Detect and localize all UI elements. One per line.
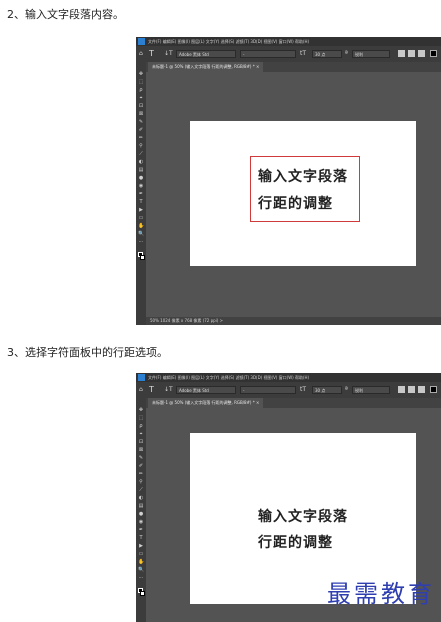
crop-tool-icon[interactable]: ⊡ [138,104,144,109]
eraser-tool-icon[interactable]: ◐ [138,496,144,501]
font-size-field[interactable]: 30 点 [312,386,342,394]
pen-tool-icon[interactable]: ✒ [138,192,144,197]
dodge-tool-icon[interactable]: ◉ [138,520,144,525]
hand-tool-icon[interactable]: ✋ [138,224,144,229]
text-tool-icon[interactable]: T [138,200,144,205]
watermark-logo: 最需教育 [327,580,435,608]
zoom-tool-icon[interactable]: 🔍 [138,568,144,573]
anti-alias-field[interactable]: 锐利 [352,50,390,58]
document-tab[interactable]: 未标题-1 @ 50% (输入文字段落 行距的调整, RGB/8#) * × [148,62,264,72]
type-tool-icon[interactable]: T [149,46,154,62]
menu-bar: 文件(F) 编辑(E) 图像(I) 图层(L) 文字(Y) 选择(S) 滤镜(T… [136,373,441,382]
brush-tool-icon[interactable]: ✏ [138,136,144,141]
type-tool-icon[interactable]: T [149,382,154,398]
shape-tool-icon[interactable]: ▭ [138,552,144,557]
move-tool-icon[interactable]: ✥ [138,408,144,413]
background-color-swatch[interactable] [140,591,145,596]
shape-tool-icon[interactable]: ▭ [138,216,144,221]
align-center-icon[interactable] [408,50,415,57]
gradient-tool-icon[interactable]: ▤ [138,168,144,173]
path-select-tool-icon[interactable]: ▶ [138,544,144,549]
text-color-swatch[interactable] [430,386,437,393]
move-tool-icon[interactable]: ✥ [138,72,144,77]
font-family-field[interactable]: Adobe 黑体 Std [176,50,236,58]
clone-stamp-tool-icon[interactable]: ⚲ [138,144,144,149]
history-brush-tool-icon[interactable]: ⟋ [138,152,144,157]
marquee-tool-icon[interactable]: ⬚ [138,416,144,421]
font-size-field[interactable]: 30 点 [312,50,342,58]
document-tab[interactable]: 未标题-1 @ 50% (输入文字段落 行距的调整, RGB/8#) * × [148,398,264,408]
ps-logo-icon [138,374,145,381]
align-left-icon[interactable] [398,386,405,393]
crop-tool-icon[interactable]: ⊡ [138,440,144,445]
background-color-swatch[interactable] [140,255,145,260]
font-size-icon: tT [300,386,307,393]
history-brush-tool-icon[interactable]: ⟋ [138,488,144,493]
text-line-1: 输入文字段落 [258,169,348,185]
home-icon[interactable]: ⌂ [139,46,143,62]
tools-panel: ✥ ⬚ ρ ⌖ ⊡ ⊠ ✎ ✐ ✏ ⚲ ⟋ ◐ ▤ ● ◉ ✒ T ▶ ▭ ✋ … [136,398,146,622]
ps-logo-icon [138,38,145,45]
text-tool-icon[interactable]: T [138,536,144,541]
quick-select-tool-icon[interactable]: ⌖ [138,432,144,437]
anti-alias-icon: ª [345,50,348,57]
lasso-tool-icon[interactable]: ρ [138,424,144,429]
document-canvas[interactable]: 输入文字段落 行距的调整 [190,121,416,266]
text-line-2: 行距的调整 [258,196,333,212]
eyedropper-tool-icon[interactable]: ✎ [138,120,144,125]
blur-tool-icon[interactable]: ● [138,512,144,517]
dodge-tool-icon[interactable]: ◉ [138,184,144,189]
font-style-field[interactable]: - [240,386,296,394]
healing-tool-icon[interactable]: ✐ [138,464,144,469]
align-right-icon[interactable] [418,50,425,57]
text-orientation-icon[interactable]: ↓T [164,382,173,398]
frame-tool-icon[interactable]: ⊠ [138,112,144,117]
status-bar: 50% 1024 像素 x 768 像素 (72 ppi) > [146,317,441,325]
document-tab-bar: 未标题-1 @ 50% (输入文字段落 行距的调整, RGB/8#) * × [146,398,441,408]
menu-items[interactable]: 文件(F) 编辑(E) 图像(I) 图层(L) 文字(Y) 选择(S) 滤镜(T… [148,37,309,46]
pen-tool-icon[interactable]: ✒ [138,528,144,533]
healing-tool-icon[interactable]: ✐ [138,128,144,133]
brush-tool-icon[interactable]: ✏ [138,472,144,477]
home-icon[interactable]: ⌂ [139,382,143,398]
quick-select-tool-icon[interactable]: ⌖ [138,96,144,101]
blur-tool-icon[interactable]: ● [138,176,144,181]
font-style-field[interactable]: - [240,50,296,58]
align-left-icon[interactable] [398,50,405,57]
photoshop-screenshot-1: 文件(F) 编辑(E) 图像(I) 图层(L) 文字(Y) 选择(S) 滤镜(T… [136,37,441,325]
options-bar: ⌂ T ↓T Adobe 黑体 Std - tT 30 点 ª 锐利 [136,46,441,62]
menu-bar: 文件(F) 编辑(E) 图像(I) 图层(L) 文字(Y) 选择(S) 滤镜(T… [136,37,441,46]
tools-panel: ✥ ⬚ ρ ⌖ ⊡ ⊠ ✎ ✐ ✏ ⚲ ⟋ ◐ ▤ ● ◉ ✒ T ▶ ▭ ✋ … [136,62,146,325]
eraser-tool-icon[interactable]: ◐ [138,160,144,165]
align-right-icon[interactable] [418,386,425,393]
more-tools-icon[interactable]: ⋯ [138,576,144,581]
hand-tool-icon[interactable]: ✋ [138,560,144,565]
text-orientation-icon[interactable]: ↓T [164,46,173,62]
eyedropper-tool-icon[interactable]: ✎ [138,456,144,461]
menu-items[interactable]: 文件(F) 编辑(E) 图像(I) 图层(L) 文字(Y) 选择(S) 滤镜(T… [148,373,309,382]
font-size-icon: tT [300,50,307,57]
gradient-tool-icon[interactable]: ▤ [138,504,144,509]
document-tab-bar: 未标题-1 @ 50% (输入文字段落 行距的调整, RGB/8#) * × [146,62,441,72]
lasso-tool-icon[interactable]: ρ [138,88,144,93]
frame-tool-icon[interactable]: ⊠ [138,448,144,453]
step-2-text: 2、输入文字段落内容。 [7,8,124,21]
text-color-swatch[interactable] [430,50,437,57]
text-line-1: 输入文字段落 [258,509,348,525]
options-bar: ⌂ T ↓T Adobe 黑体 Std - tT 30 点 ª 锐利 [136,382,441,398]
marquee-tool-icon[interactable]: ⬚ [138,80,144,85]
more-tools-icon[interactable]: ⋯ [138,240,144,245]
path-select-tool-icon[interactable]: ▶ [138,208,144,213]
anti-alias-icon: ª [345,386,348,393]
font-family-field[interactable]: Adobe 黑体 Std [176,386,236,394]
step-3-text: 3、选择字符面板中的行距选项。 [7,346,168,359]
anti-alias-field[interactable]: 锐利 [352,386,390,394]
text-line-2: 行距的调整 [258,535,333,551]
zoom-tool-icon[interactable]: 🔍 [138,232,144,237]
clone-stamp-tool-icon[interactable]: ⚲ [138,480,144,485]
align-center-icon[interactable] [408,386,415,393]
